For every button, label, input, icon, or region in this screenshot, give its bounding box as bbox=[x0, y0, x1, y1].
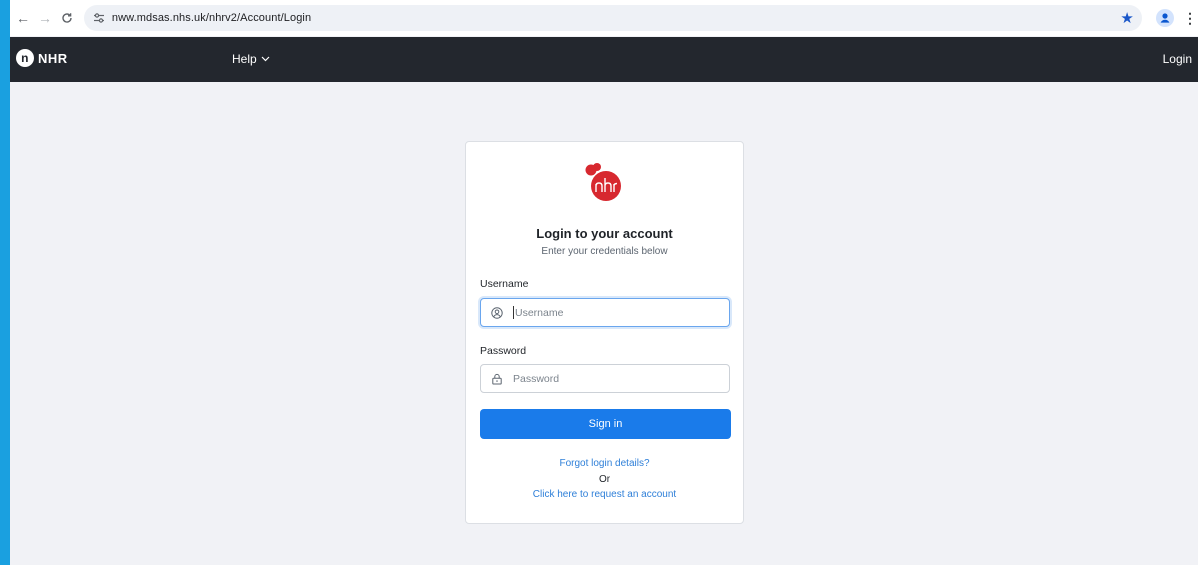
password-field[interactable] bbox=[480, 364, 730, 393]
nav-login-link[interactable]: Login bbox=[1163, 52, 1192, 66]
login-subtitle: Enter your credentials below bbox=[541, 246, 668, 257]
profile-icon bbox=[1156, 9, 1175, 27]
request-account-link[interactable]: Click here to request an account bbox=[466, 489, 743, 500]
chevron-down-icon bbox=[261, 56, 270, 62]
help-menu[interactable]: Help bbox=[232, 52, 270, 66]
or-separator: Or bbox=[598, 474, 611, 485]
help-menu-label: Help bbox=[232, 52, 257, 66]
password-label: Password bbox=[480, 345, 527, 357]
username-label: Username bbox=[480, 278, 529, 290]
browser-toolbar: ← → nww.mdsas.nhs.uk/nhrv2/Account/Login… bbox=[10, 0, 1198, 36]
nhr-brand-icon: n bbox=[16, 49, 34, 67]
browser-menu-button[interactable]: ⋮ bbox=[1182, 7, 1198, 29]
login-title: Login to your account bbox=[536, 226, 673, 241]
back-button[interactable]: ← bbox=[12, 7, 34, 29]
site-settings-icon[interactable] bbox=[92, 11, 106, 25]
username-field[interactable] bbox=[480, 298, 730, 327]
lock-icon bbox=[490, 372, 504, 386]
password-input[interactable] bbox=[513, 372, 713, 385]
text-caret bbox=[513, 306, 514, 319]
reload-button[interactable] bbox=[56, 7, 78, 29]
forward-button[interactable]: → bbox=[34, 7, 56, 29]
brand-name: NHR bbox=[38, 50, 68, 66]
left-edge-strip bbox=[0, 0, 10, 565]
profile-button[interactable] bbox=[1154, 7, 1176, 29]
url-text: nww.mdsas.nhs.uk/nhrv2/Account/Login bbox=[111, 12, 312, 24]
sign-in-button[interactable]: Sign in bbox=[480, 409, 731, 439]
username-input[interactable] bbox=[515, 306, 715, 319]
bookmark-star-icon[interactable]: ★ bbox=[1116, 7, 1138, 29]
top-navbar: n NHR Help Login bbox=[10, 37, 1198, 82]
address-bar[interactable]: nww.mdsas.nhs.uk/nhrv2/Account/Login ★ bbox=[83, 5, 1143, 31]
user-circle-icon bbox=[490, 306, 504, 320]
brand-logo[interactable]: n NHR bbox=[16, 49, 68, 67]
more-vertical-icon: ⋮ bbox=[1183, 9, 1198, 26]
login-card: Login to your account Enter your credent… bbox=[465, 141, 744, 524]
reload-icon bbox=[62, 13, 72, 23]
forgot-login-link[interactable]: Forgot login details? bbox=[466, 458, 743, 469]
arrow-right-icon: → bbox=[37, 10, 52, 26]
nhr-logo bbox=[585, 163, 621, 201]
arrow-left-icon: ← bbox=[15, 10, 30, 26]
